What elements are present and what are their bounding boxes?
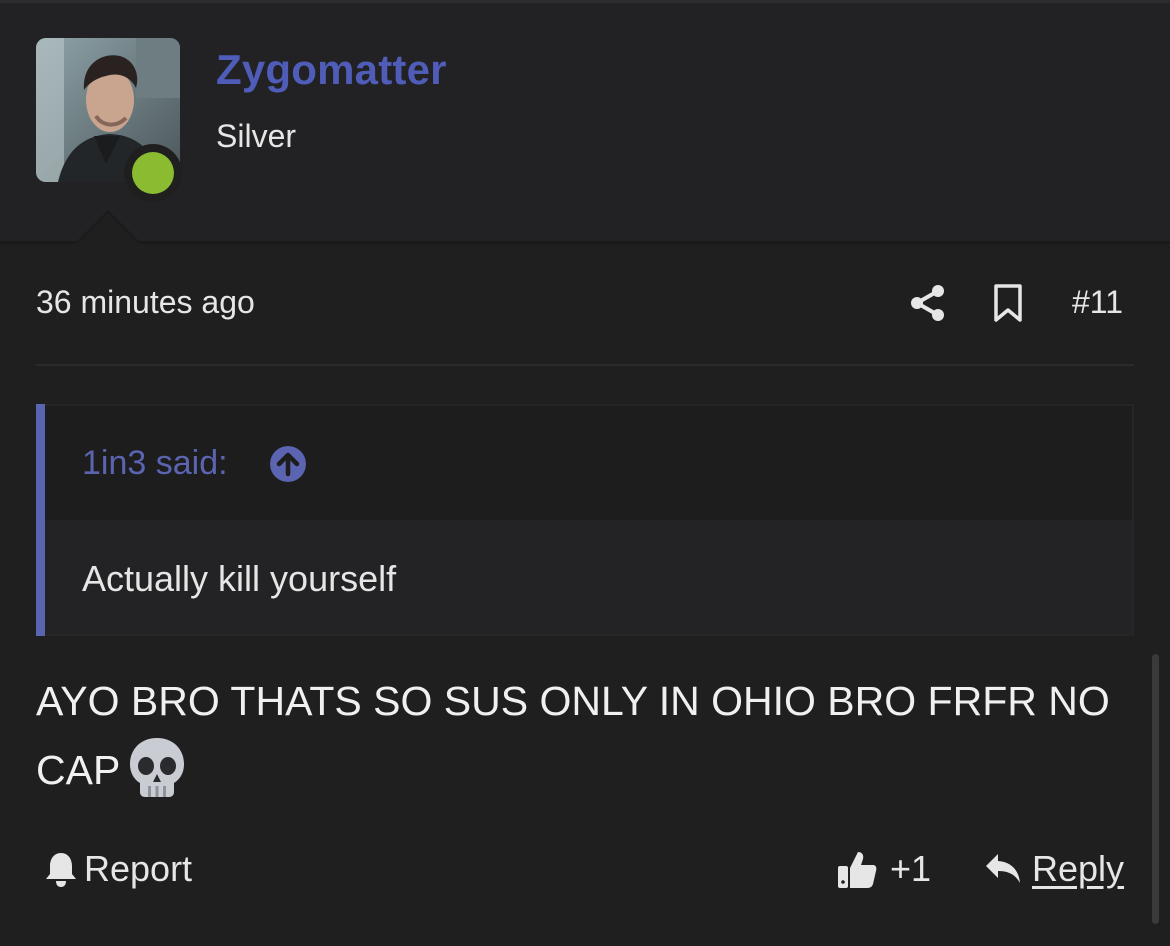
quote-attribution[interactable]: 1in3 said: — [82, 444, 228, 483]
like-count: +1 — [890, 848, 932, 889]
quote-text: Actually kill yourself — [82, 558, 397, 599]
meta-divider — [36, 364, 1134, 366]
header-divider — [0, 241, 1170, 244]
username[interactable]: Zygomatter — [216, 46, 447, 94]
post-message: AYO BRO THATS SO SUS ONLY IN OHIO BRO FR… — [36, 668, 1126, 803]
post-message-text: AYO BRO THATS SO SUS ONLY IN OHIO BRO FR… — [36, 678, 1110, 793]
thumbs-up-icon — [838, 852, 877, 888]
reply-arrow-icon — [986, 854, 1020, 883]
online-status-indicator — [124, 144, 182, 202]
reply-label: Reply — [1032, 848, 1125, 889]
arrow-up-circle-icon[interactable] — [268, 444, 308, 484]
bookmark-icon[interactable] — [990, 283, 1026, 323]
user-title: Silver — [216, 118, 297, 154]
share-icon[interactable] — [908, 283, 948, 323]
bell-icon — [46, 853, 76, 887]
skull-icon — [130, 738, 185, 797]
report-label: Report — [84, 848, 193, 889]
post-number-link[interactable]: #11 — [1072, 284, 1123, 321]
report-button[interactable]: Report — [44, 848, 192, 890]
header-pointer — [74, 210, 142, 244]
quote-accent-bar — [36, 404, 45, 636]
reply-button[interactable]: Reply — [984, 846, 1124, 892]
post-container: Zygomatter Silver 36 minutes ago #11 1in… — [0, 0, 1170, 946]
like-button[interactable]: +1 — [836, 846, 931, 892]
scrollbar[interactable] — [1152, 654, 1159, 924]
post-timestamp[interactable]: 36 minutes ago — [36, 284, 255, 321]
